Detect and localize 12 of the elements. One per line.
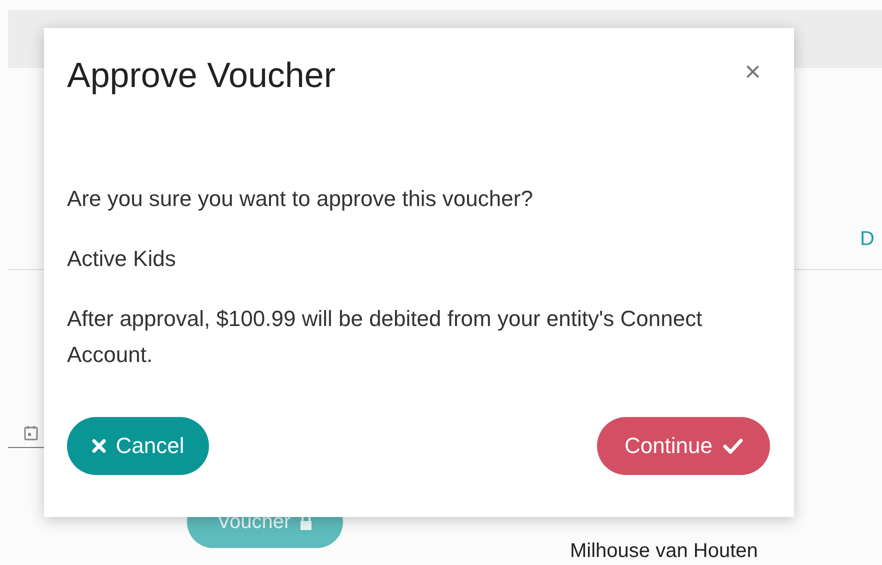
confirm-message: Are you sure you want to approve this voucher? bbox=[67, 185, 534, 213]
check-icon bbox=[722, 438, 743, 454]
debit-note: After approval, $100.99 will be debited from your entity's Connect Account. bbox=[67, 305, 704, 369]
calendar-icon bbox=[24, 424, 38, 440]
dialog-title: Approve Voucher bbox=[67, 56, 336, 96]
cancel-button[interactable]: Cancel bbox=[67, 417, 209, 475]
tab[interactable]: D bbox=[860, 228, 874, 251]
continue-button[interactable]: Continue bbox=[597, 417, 770, 475]
program-name: Active Kids bbox=[67, 245, 177, 273]
lock-icon bbox=[298, 514, 313, 530]
close-icon bbox=[92, 439, 106, 453]
participant-name: Milhouse van Houten bbox=[570, 540, 758, 563]
